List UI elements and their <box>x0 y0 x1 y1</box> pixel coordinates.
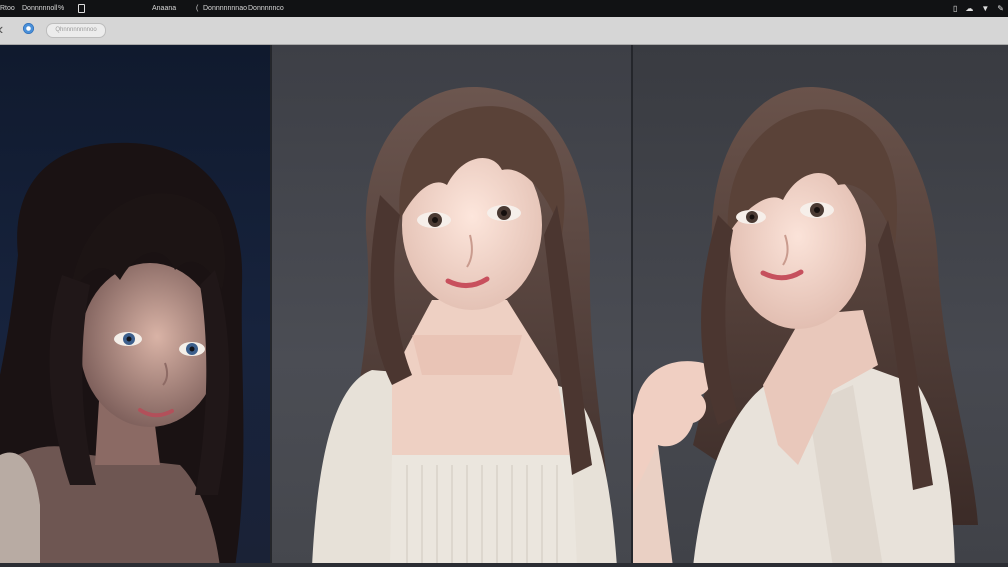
photo-panel-1[interactable] <box>0 45 270 567</box>
wifi-icon[interactable]: ▼ <box>981 0 989 17</box>
app-name[interactable]: Rtoo <box>0 0 15 17</box>
percent-label: % <box>58 5 65 12</box>
system-tray: ▯ ☁ ▼ ✎ <box>953 0 1004 17</box>
photo-panel-2[interactable] <box>272 45 631 567</box>
site-icon[interactable] <box>23 23 34 34</box>
back-button[interactable]: ‹ <box>0 19 3 41</box>
photo-panel-3[interactable] <box>633 45 1008 567</box>
bracket-glyph: ( <box>196 5 199 12</box>
address-field[interactable]: Qhnnnnnnnnoo <box>46 23 106 38</box>
battery-icon[interactable]: ▯ <box>953 0 957 17</box>
menu-item[interactable]: Donnnnnoll <box>22 0 57 17</box>
portrait-image-3 <box>633 86 978 567</box>
window-icon[interactable] <box>78 4 85 13</box>
portrait-image-2 <box>312 86 617 567</box>
bottom-strip <box>0 563 1008 567</box>
top-system-bar: Rtoo Donnnnnoll % Anaana ( Donnnnnnnao D… <box>0 0 1008 17</box>
pen-icon[interactable]: ✎ <box>997 0 1004 17</box>
tab-primary[interactable]: Donnnnnnnao <box>203 0 247 17</box>
image-gallery <box>0 45 1008 567</box>
cloud-icon[interactable]: ☁ <box>965 0 973 17</box>
tab-secondary[interactable]: Donnnnnco <box>248 0 284 17</box>
window-title: Anaana <box>152 5 177 12</box>
browser-toolbar: ‹ Qhnnnnnnnnoo <box>0 17 1008 45</box>
portrait-image-1 <box>0 142 244 567</box>
